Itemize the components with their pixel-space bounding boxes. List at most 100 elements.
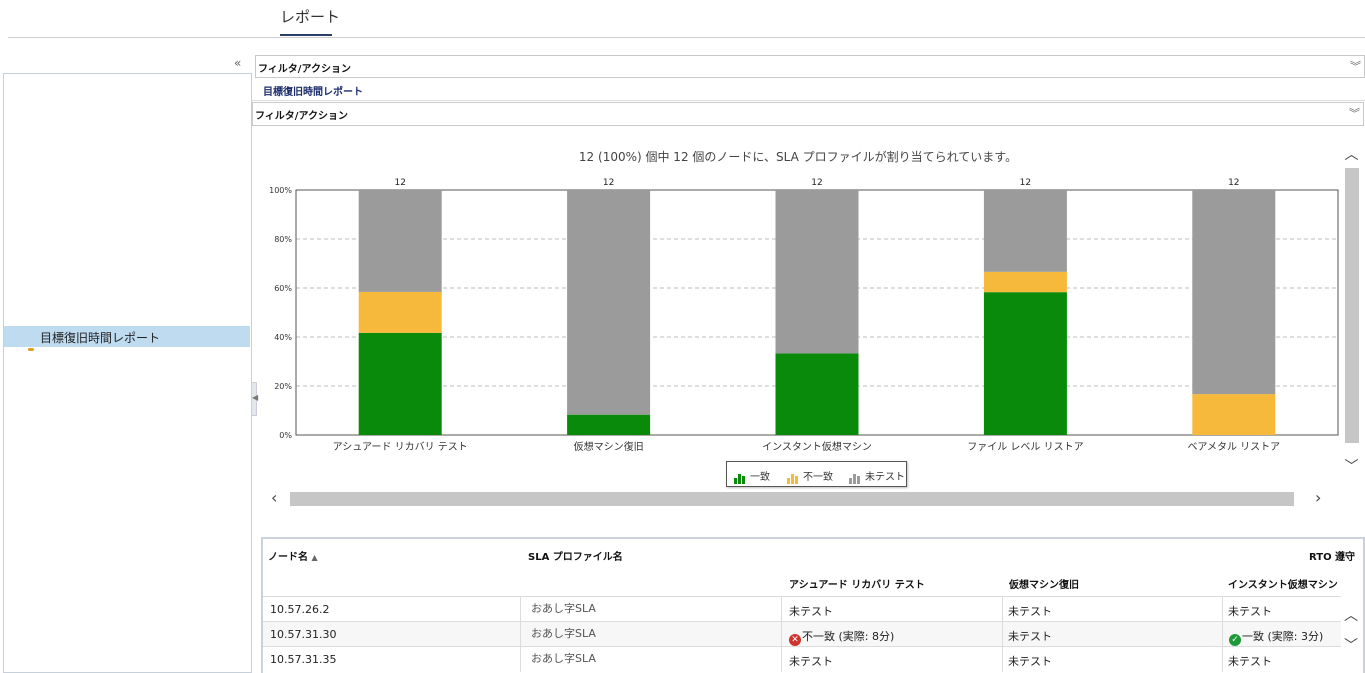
y-tick-label: 60% [274,284,292,293]
legend-label: 不一致 [803,472,833,483]
bar-chart-icon-green [734,473,746,484]
y-tick-label: 100% [269,186,292,195]
bar-total-label: 12 [1228,178,1239,188]
legend-label: 未テスト [865,472,905,483]
column-header-ivm[interactable]: インスタント仮想マシン [1228,576,1338,591]
x-tick-label: ベアメタル リストア [1187,441,1280,453]
y-tick-label: 80% [274,235,292,244]
legend-label: 一致 [750,472,770,483]
filter-actions-bar-inner[interactable]: フィルタ/アクション ︾ [252,102,1364,126]
table-vertical-scrollbar[interactable]: ︿ ﹀ [1341,597,1363,673]
tree-node-icon [28,348,34,351]
column-divider [1002,622,1003,647]
chart-title: 12 (100%) 個中 12 個のノードに、SLA プロファイルが割り当てられ… [578,150,1018,164]
cell-node: 10.57.31.30 [270,628,337,641]
cell-ivm: 未テスト [1228,605,1272,618]
cell-assured: 不一致 (実際: 8分) [802,630,895,643]
column-divider [1002,647,1003,672]
x-tick-label: ファイル レベル リストア [967,441,1083,453]
legend-item-match[interactable]: 一致 [734,468,770,484]
double-chevron-left-icon[interactable]: « [234,56,241,70]
column-divider [1222,647,1223,672]
cell-ivm-with-status: ✓ 一致 (実際: 3分) [1229,628,1323,646]
table-row[interactable]: 10.57.31.30 おあし字SLA ✕ 不一致 (実際: 8分) 未テスト ✓… [263,621,1341,647]
double-chevron-down-icon[interactable]: ︾ [1349,105,1360,121]
rto-stacked-bar-chart: 0% 20% 40% 60% 80% 100% アシュアード リカバリ テスト 12 仮想マシン… [269,178,1339,453]
column-divider [781,622,782,647]
bar-segment [1192,190,1276,395]
table-row[interactable]: 10.57.26.2 おあし字SLA 未テスト 未テスト 未テスト [263,596,1341,622]
y-tick-label: 20% [274,382,292,391]
y-tick-label: 0% [279,431,292,440]
chevron-left-icon[interactable]: ◀ [252,393,258,402]
bar-segment [1192,394,1276,435]
bar-total-label: 12 [603,178,614,188]
x-tick-label: インスタント仮想マシン [762,440,872,453]
sort-asc-icon[interactable]: ▲ [311,553,317,562]
cell-assured: 未テスト [789,655,833,668]
chevron-up-icon[interactable]: ︿ [1343,144,1360,164]
column-header-vm[interactable]: 仮想マシン復旧 [1009,576,1079,591]
scrollbar-thumb[interactable] [1345,168,1359,443]
column-header-sla[interactable]: SLA プロファイル名 [528,548,623,563]
cell-node: 10.57.31.35 [270,653,337,666]
bar-segment [775,353,859,435]
bar-total-label: 12 [1020,178,1031,188]
bar-total-label: 12 [394,178,405,188]
cell-vm: 未テスト [1008,630,1052,643]
error-x-icon: ✕ [789,634,801,646]
cell-vm: 未テスト [1008,655,1052,668]
column-divider [520,647,521,672]
cell-assured-with-status: ✕ 不一致 (実際: 8分) [789,628,894,646]
active-tab-indicator [280,34,332,36]
table-row[interactable]: 10.57.31.35 おあし字SLA 未テスト 未テスト 未テスト [263,646,1341,672]
report-tree-panel [3,73,252,673]
column-header-node[interactable]: ノード名 ▲ [268,548,318,563]
bar-segment [567,190,651,415]
tab-report[interactable]: レポート [280,6,340,27]
cell-ivm: 未テスト [1228,655,1272,668]
filter-actions-label: フィルタ/アクション [258,64,351,75]
chevron-left-icon[interactable]: ‹ [271,488,277,507]
column-header-rto[interactable]: RTO 遵守 [1309,548,1355,563]
bar-segment [983,271,1067,293]
chevron-down-icon[interactable]: ﹀ [1343,456,1360,476]
column-divider [1222,622,1223,647]
column-header-assured[interactable]: アシュアード リカバリ テスト [789,576,925,591]
bar-segment [983,292,1067,435]
column-divider [781,647,782,672]
chevron-up-icon[interactable]: ︿ [1344,605,1358,625]
x-tick-label: アシュアード リカバリ テスト [333,441,468,453]
x-tick-label: 仮想マシン復旧 [574,440,644,453]
cell-sla: おあし字SLA [531,627,596,640]
tree-item-label: 目標復旧時間レポート [40,331,161,345]
cell-sla: おあし字SLA [531,602,596,615]
bar-segment [775,190,859,354]
y-tick-label: 40% [274,333,292,342]
check-circle-icon: ✓ [1229,634,1241,646]
cell-vm: 未テスト [1008,605,1052,618]
double-chevron-down-icon[interactable]: ︾ [1350,58,1361,74]
header-divider [8,37,1365,38]
bar-total-label: 12 [811,178,822,188]
legend-item-mismatch[interactable]: 不一致 [787,468,833,484]
chart-horizontal-scrollbar[interactable]: ‹ › [262,488,1340,508]
chevron-down-icon[interactable]: ﹀ [1344,635,1358,655]
column-header-label: ノード名 [268,552,308,563]
cell-ivm: 一致 (実際: 3分) [1242,630,1324,643]
filter-actions-bar-outer[interactable]: フィルタ/アクション ︾ [255,55,1365,78]
tree-item-rto-report[interactable]: 目標復旧時間レポート [4,326,250,347]
column-divider [520,597,521,622]
bar-segment [567,414,651,435]
column-divider [1002,597,1003,622]
legend-item-untested[interactable]: 未テスト [849,468,905,484]
bar-segment [358,291,442,333]
cell-assured: 未テスト [789,605,833,618]
scrollbar-thumb[interactable] [290,492,1294,506]
column-divider [520,622,521,647]
filter-actions-label: フィルタ/アクション [255,111,348,122]
column-divider [781,597,782,622]
chevron-right-icon[interactable]: › [1315,488,1321,507]
chart-vertical-scrollbar[interactable]: ︿ ﹀ [1343,138,1360,488]
bar-chart-icon-yellow [787,473,799,484]
